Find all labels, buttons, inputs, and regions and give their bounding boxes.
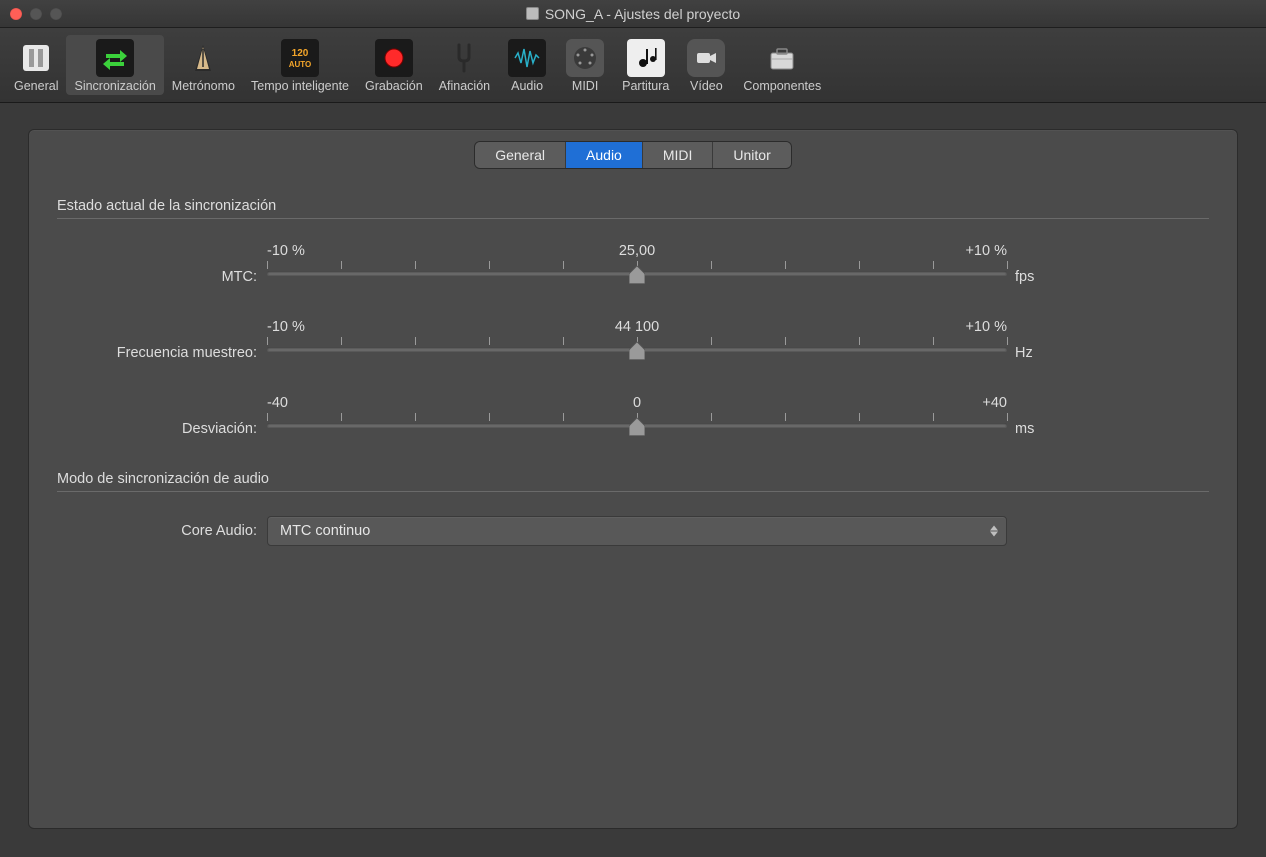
slider-mtc[interactable]: -10 % 25,00 +10 %	[267, 243, 1007, 285]
slider-unit: fps	[1007, 269, 1067, 285]
toolbar-tuning[interactable]: Afinación	[431, 35, 498, 95]
toolbar-score[interactable]: Partitura	[614, 35, 677, 95]
slider-min: -10 %	[267, 319, 305, 335]
slider-label: Frecuencia muestreo:	[57, 345, 267, 361]
toolbar-components[interactable]: Componentes	[735, 35, 829, 95]
toolbar-label: Metrónomo	[172, 79, 235, 93]
slider-unit: ms	[1007, 421, 1067, 437]
slider-unit: Hz	[1007, 345, 1067, 361]
slider-max: +10 %	[965, 243, 1007, 259]
toolbar-label: Partitura	[622, 79, 669, 93]
slider-thumb[interactable]	[629, 266, 645, 284]
audio-waveform-icon	[508, 39, 546, 77]
project-settings-window: SONG_A - Ajustes del proyecto General Si…	[0, 0, 1266, 857]
toolbar-label: Tempo inteligente	[251, 79, 349, 93]
toolbar-label: Audio	[511, 79, 543, 93]
toolbar-smart-tempo[interactable]: 120AUTO Tempo inteligente	[243, 35, 357, 95]
slider-samplerate[interactable]: -10 % 44 100 +10 %	[267, 319, 1007, 361]
toolbar-label: MIDI	[572, 79, 598, 93]
toolbar-metronome[interactable]: Metrónomo	[164, 35, 243, 95]
titlebar: SONG_A - Ajustes del proyecto	[0, 0, 1266, 28]
toolbar-record[interactable]: Grabación	[357, 35, 431, 95]
svg-text:120: 120	[292, 48, 309, 59]
toolbar-label: Componentes	[743, 79, 821, 93]
slider-max: +40	[982, 395, 1007, 411]
toolbar-sync[interactable]: Sincronización	[66, 35, 163, 95]
window-title-text: SONG_A - Ajustes del proyecto	[545, 6, 740, 22]
toolbar-video[interactable]: Vídeo	[677, 35, 735, 95]
smart-tempo-icon: 120AUTO	[281, 39, 319, 77]
toolbar-midi[interactable]: MIDI	[556, 35, 614, 95]
toolbar-audio[interactable]: Audio	[498, 35, 556, 95]
document-icon	[526, 7, 539, 20]
slider-value: 44 100	[615, 319, 659, 335]
section-title: Modo de sincronización de audio	[57, 471, 1209, 487]
window-title: SONG_A - Ajustes del proyecto	[0, 6, 1266, 22]
slider-thumb[interactable]	[629, 418, 645, 436]
tuning-fork-icon	[445, 39, 483, 77]
toolbar-label: Sincronización	[74, 79, 155, 93]
core-audio-label: Core Audio:	[57, 523, 267, 539]
record-icon	[375, 39, 413, 77]
divider	[57, 218, 1209, 219]
slider-value: 25,00	[619, 243, 655, 259]
settings-panel: General Audio MIDI Unitor Estado actual …	[28, 129, 1238, 829]
sub-tabs: General Audio MIDI Unitor	[57, 142, 1209, 168]
chevron-updown-icon	[990, 526, 998, 537]
slider-row-deviation: Desviación:-40 0 +40ms	[57, 395, 1209, 437]
slider-value: 0	[633, 395, 641, 411]
tab-audio[interactable]: Audio	[566, 142, 643, 168]
slider-label: Desviación:	[57, 421, 267, 437]
core-audio-value: MTC continuo	[280, 523, 370, 539]
slider-min: -10 %	[267, 243, 305, 259]
core-audio-row: Core Audio: MTC continuo	[57, 516, 1209, 546]
content-area: General Audio MIDI Unitor Estado actual …	[0, 103, 1266, 857]
divider	[57, 491, 1209, 492]
toolbar-label: General	[14, 79, 58, 93]
core-audio-select[interactable]: MTC continuo	[267, 516, 1007, 546]
metronome-icon	[184, 39, 222, 77]
sync-icon	[96, 39, 134, 77]
general-icon	[17, 39, 55, 77]
tab-midi[interactable]: MIDI	[643, 142, 714, 168]
toolbar-general[interactable]: General	[6, 35, 66, 95]
toolbar-label: Vídeo	[690, 79, 723, 93]
toolbar-label: Grabación	[365, 79, 423, 93]
video-camera-icon	[687, 39, 725, 77]
svg-text:AUTO: AUTO	[289, 60, 312, 69]
toolbar-label: Afinación	[439, 79, 490, 93]
slider-row-mtc: MTC:-10 % 25,00 +10 %fps	[57, 243, 1209, 285]
slider-min: -40	[267, 395, 288, 411]
slider-row-samplerate: Frecuencia muestreo:-10 % 44 100 +10 %Hz	[57, 319, 1209, 361]
score-icon	[627, 39, 665, 77]
midi-icon	[566, 39, 604, 77]
section-audio-sync-mode: Modo de sincronización de audio Core Aud…	[57, 471, 1209, 546]
tab-general[interactable]: General	[475, 142, 566, 168]
slider-track[interactable]	[267, 423, 1007, 427]
tab-unitor[interactable]: Unitor	[713, 142, 790, 168]
slider-label: MTC:	[57, 269, 267, 285]
briefcase-icon	[763, 39, 801, 77]
section-title: Estado actual de la sincronización	[57, 198, 1209, 214]
slider-thumb[interactable]	[629, 342, 645, 360]
section-sync-status: Estado actual de la sincronización MTC:-…	[57, 198, 1209, 437]
slider-track[interactable]	[267, 271, 1007, 275]
slider-track[interactable]	[267, 347, 1007, 351]
slider-max: +10 %	[965, 319, 1007, 335]
toolbar: General Sincronización Metrónomo 120AUTO…	[0, 28, 1266, 103]
slider-deviation[interactable]: -40 0 +40	[267, 395, 1007, 437]
